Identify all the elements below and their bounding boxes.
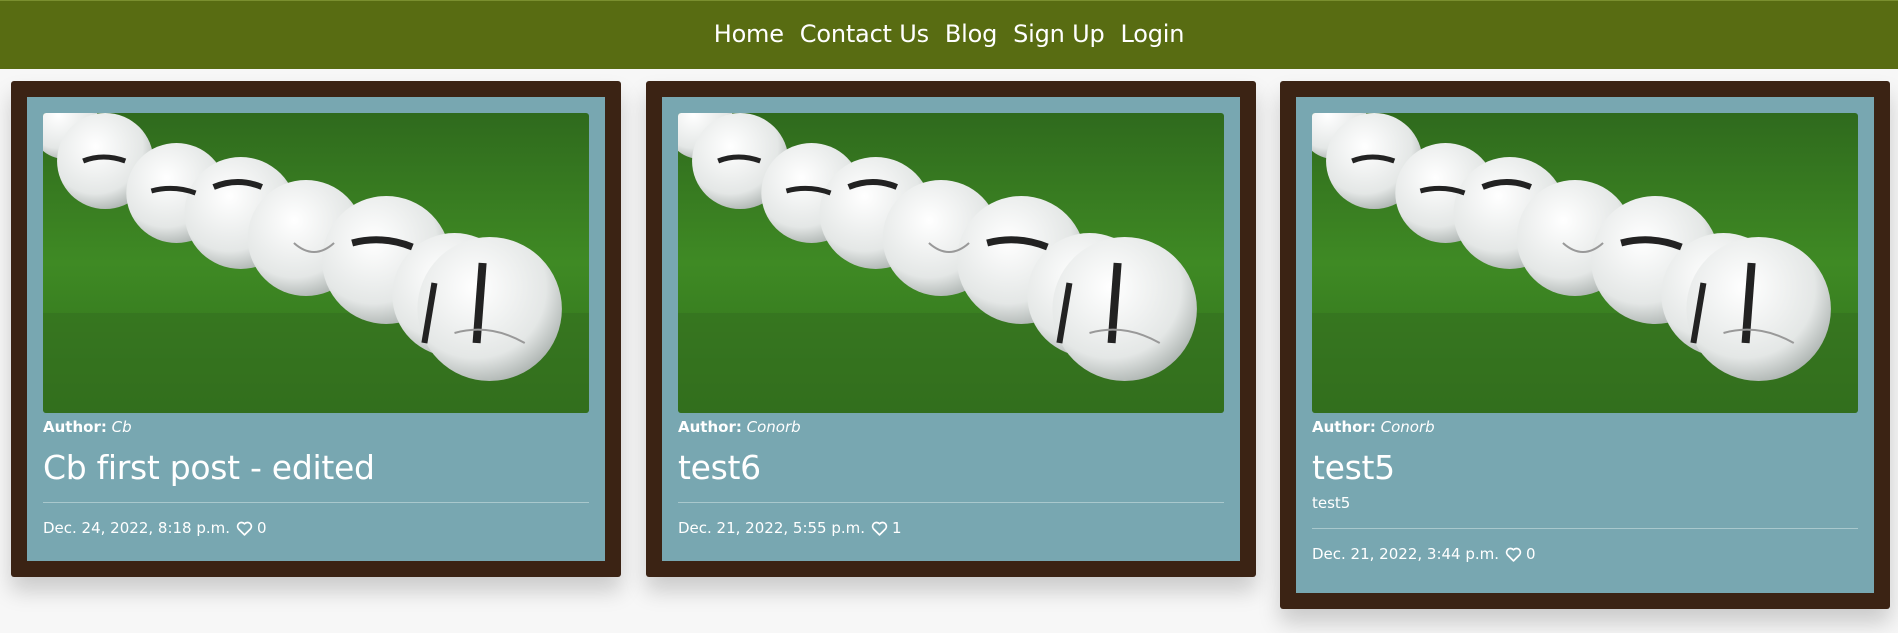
post-image[interactable]: [1312, 113, 1858, 413]
post-card[interactable]: Author: Conorb test5 test5 Dec. 21, 2022…: [1280, 81, 1890, 609]
post-card[interactable]: Author: Conorb test6 Dec. 21, 2022, 5:55…: [646, 81, 1256, 577]
author-name: Conorb: [746, 418, 801, 436]
post-card-body: Author: Cb Cb first post - edited Dec. 2…: [27, 97, 605, 561]
divider: [678, 502, 1224, 503]
nav-link-login[interactable]: Login: [1113, 20, 1193, 48]
author-label: Author:: [43, 418, 107, 436]
post-author: Author: Conorb: [1312, 416, 1858, 438]
nav-link-blog[interactable]: Blog: [937, 20, 1005, 48]
post-excerpt: test5: [1312, 494, 1351, 512]
post-date: Dec. 24, 2022, 8:18 p.m.: [43, 519, 231, 537]
author-label: Author:: [678, 418, 742, 436]
like-count: 1: [892, 519, 902, 537]
author-name: Cb: [111, 418, 132, 436]
post-meta: Dec. 24, 2022, 8:18 p.m. 0: [43, 517, 589, 539]
post-meta: Dec. 21, 2022, 3:44 p.m. 0: [1312, 543, 1858, 565]
nav-link-home[interactable]: Home: [706, 20, 792, 48]
post-date: Dec. 21, 2022, 3:44 p.m.: [1312, 545, 1500, 563]
like-count: 0: [1526, 545, 1536, 563]
nav-links: Home Contact Us Blog Sign Up Login: [706, 20, 1193, 48]
divider: [43, 502, 589, 503]
post-card[interactable]: Author: Cb Cb first post - edited Dec. 2…: [11, 81, 621, 577]
like-count: 0: [257, 519, 267, 537]
nav-link-contact-us[interactable]: Contact Us: [792, 20, 937, 48]
post-title[interactable]: test5: [1312, 448, 1858, 488]
post-card-body: Author: Conorb test5 test5 Dec. 21, 2022…: [1296, 97, 1874, 593]
post-author: Author: Cb: [43, 416, 589, 438]
heart-icon[interactable]: [871, 520, 888, 537]
post-image[interactable]: [678, 113, 1224, 413]
post-card-body: Author: Conorb test6 Dec. 21, 2022, 5:55…: [662, 97, 1240, 561]
post-title[interactable]: Cb first post - edited: [43, 448, 589, 488]
post-image[interactable]: [43, 113, 589, 413]
post-date: Dec. 21, 2022, 5:55 p.m.: [678, 519, 866, 537]
author-name: Conorb: [1380, 418, 1435, 436]
heart-icon[interactable]: [1505, 546, 1522, 563]
top-navbar: Home Contact Us Blog Sign Up Login: [0, 0, 1898, 69]
divider: [1312, 528, 1858, 529]
author-label: Author:: [1312, 418, 1376, 436]
post-meta: Dec. 21, 2022, 5:55 p.m. 1: [678, 517, 1224, 539]
post-author: Author: Conorb: [678, 416, 1224, 438]
nav-link-sign-up[interactable]: Sign Up: [1005, 20, 1112, 48]
post-title[interactable]: test6: [678, 448, 1224, 488]
heart-icon[interactable]: [236, 520, 253, 537]
